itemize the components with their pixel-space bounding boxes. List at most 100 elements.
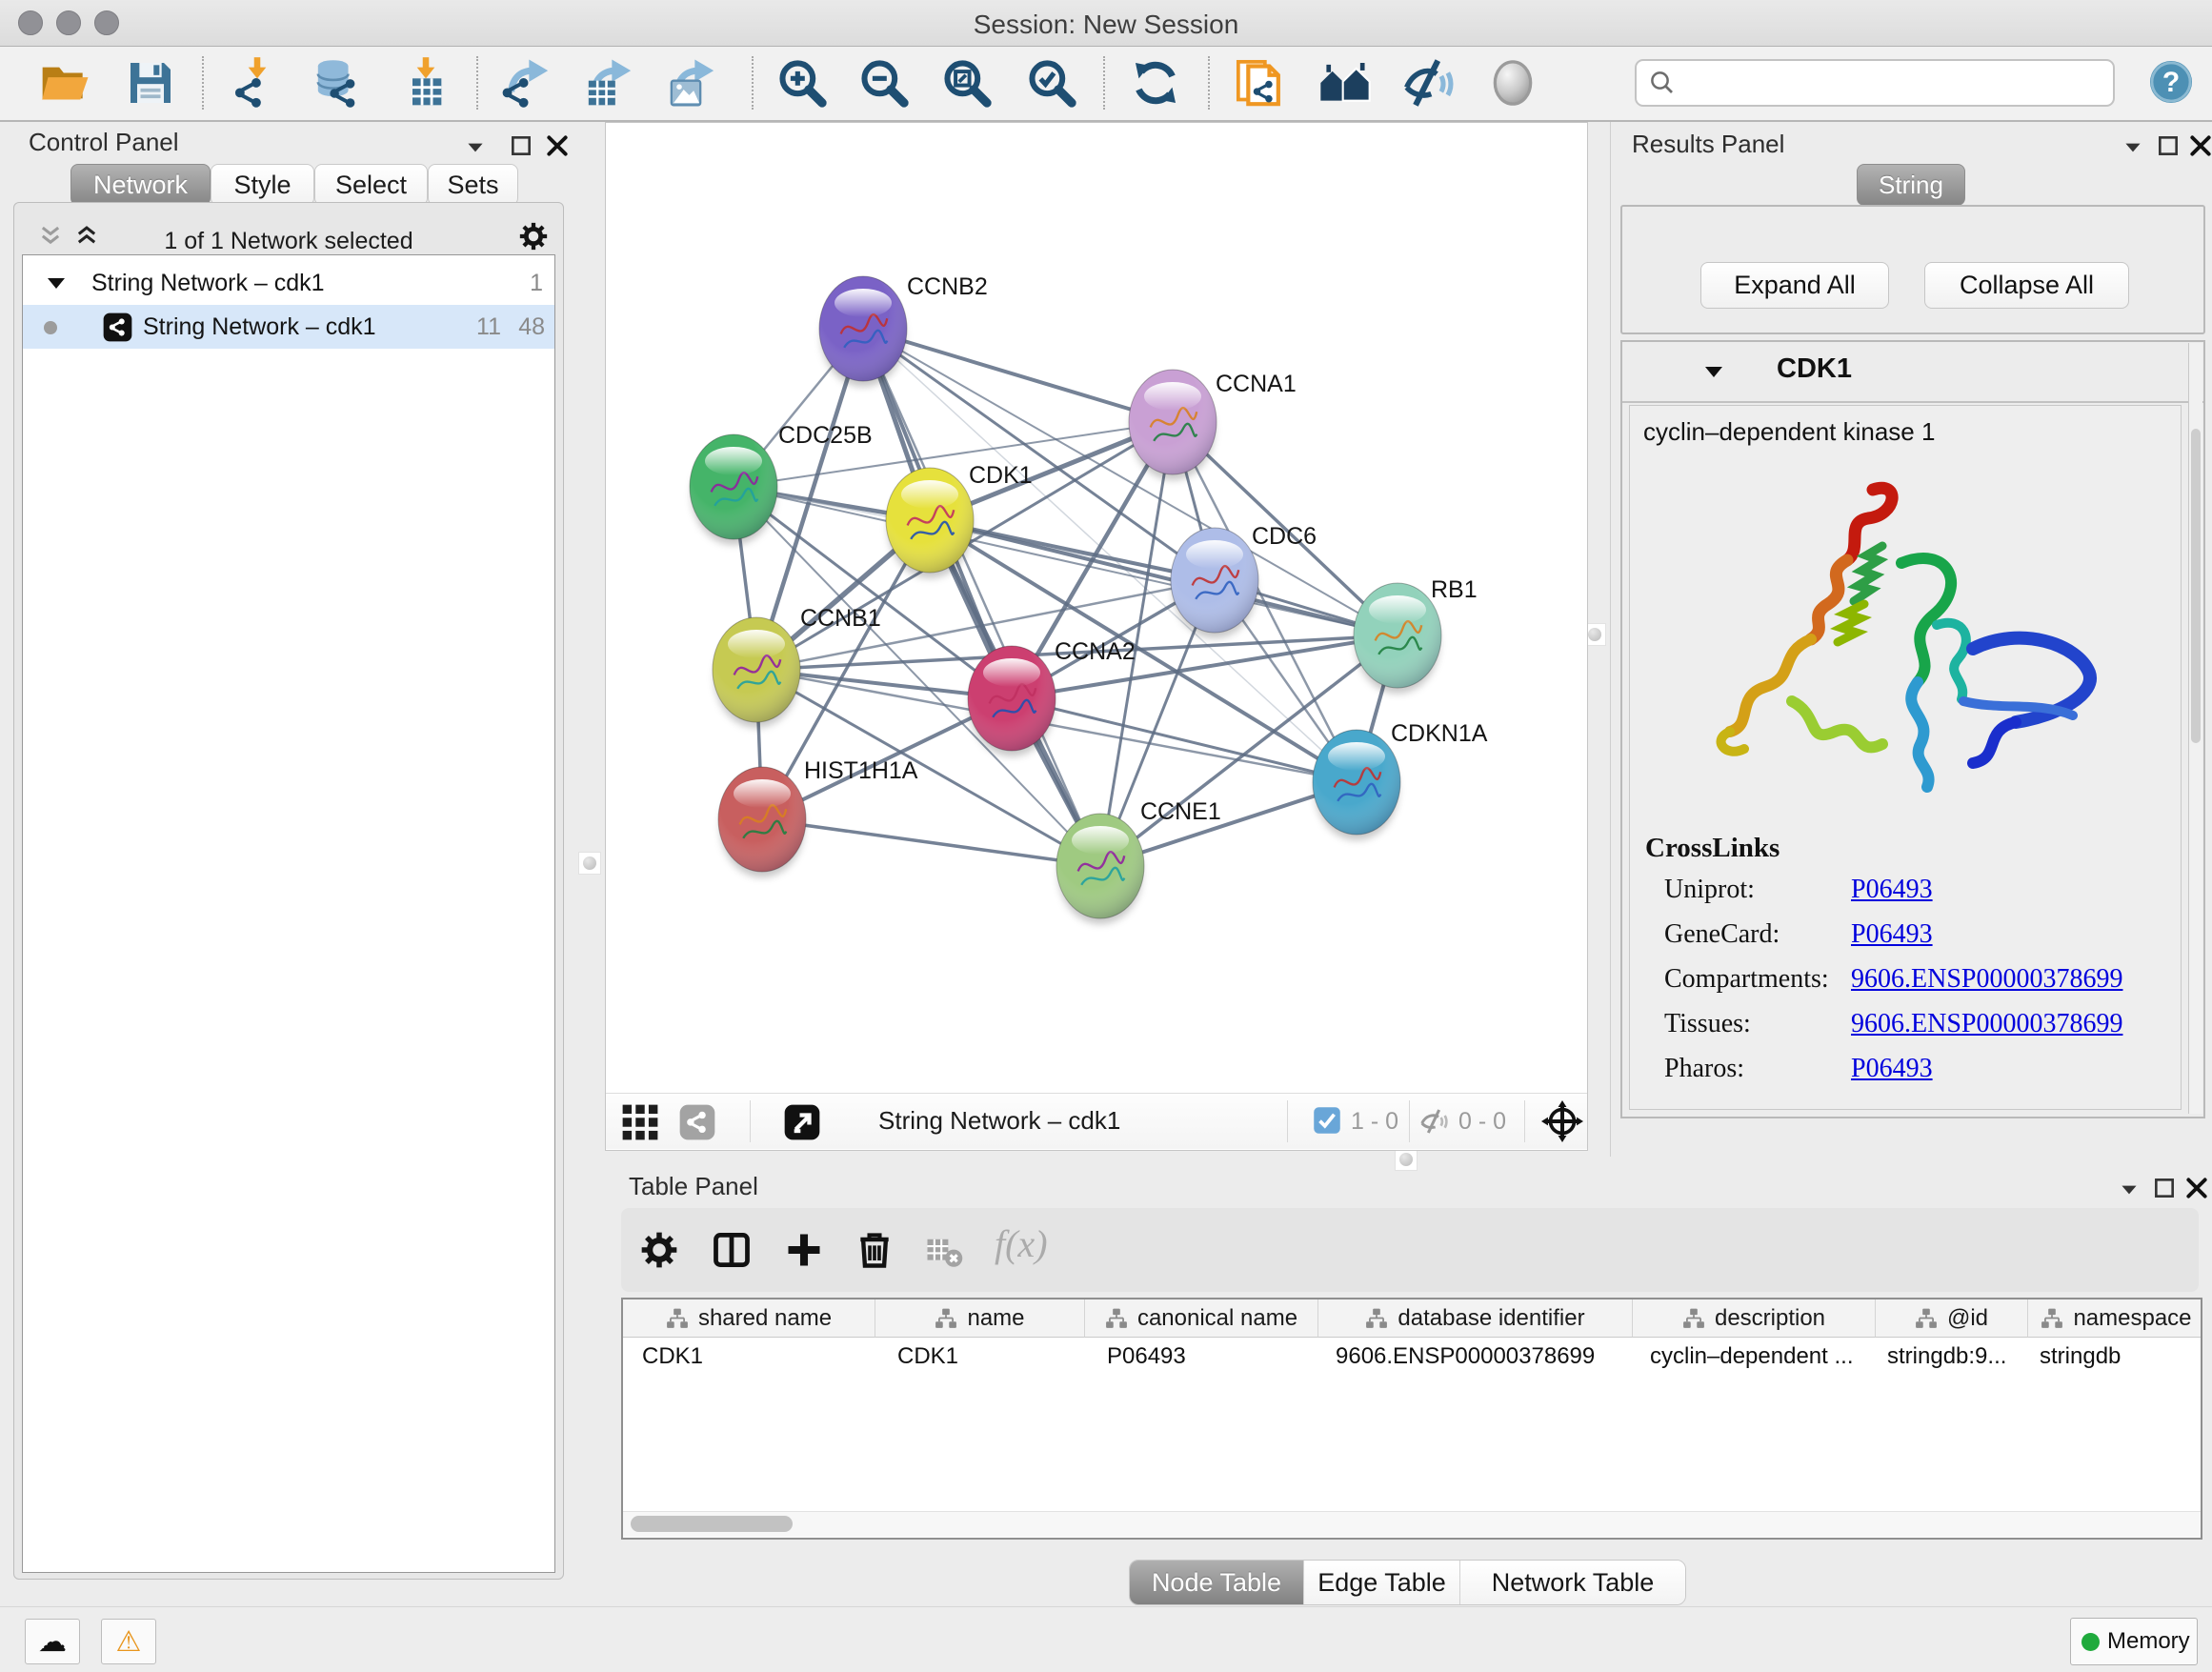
network-node-ccne1[interactable]: CCNE1 [1056, 798, 1221, 924]
cloud-status-button[interactable]: ☁ [25, 1619, 80, 1664]
add-column-plus-icon[interactable] [783, 1229, 825, 1271]
table-scrollbar-thumb[interactable] [631, 1516, 793, 1532]
network-node-ccna2[interactable]: CCNA2 [968, 638, 1136, 756]
table-panel-close-icon[interactable] [2184, 1176, 2209, 1200]
network-node-cdc25b[interactable]: CDC25B [690, 422, 873, 545]
network-node-rb1[interactable]: RB1 [1354, 576, 1478, 694]
expand-all-button[interactable]: Expand All [1700, 262, 1889, 309]
results-panel-menu-icon[interactable] [2121, 135, 2145, 160]
tab-edge-table[interactable]: Edge Table [1304, 1561, 1460, 1604]
network-node-ccnb2[interactable]: CCNB2 [819, 273, 988, 387]
bottom-splitter-handle[interactable] [1395, 1148, 1418, 1171]
crosslink-link[interactable]: P06493 [1851, 1054, 1933, 1084]
open-session-button[interactable] [38, 56, 91, 110]
left-splitter-handle[interactable] [578, 852, 601, 875]
eye-slash-icon [1402, 56, 1456, 110]
tab-select[interactable]: Select [314, 164, 428, 206]
network-badge-gray-icon[interactable] [678, 1103, 716, 1141]
warnings-button[interactable]: ⚠ [101, 1619, 156, 1664]
detach-view-icon[interactable] [783, 1103, 821, 1141]
houses-icon [1318, 56, 1372, 110]
export-network-button[interactable] [500, 56, 553, 110]
results-scrollbar[interactable] [2188, 343, 2202, 1114]
column-header-description[interactable]: description [1633, 1299, 1876, 1338]
tab-network-table[interactable]: Network Table [1460, 1561, 1685, 1604]
network-node-ccna1[interactable]: CCNA1 [1129, 370, 1297, 480]
show-glass-effect-button[interactable] [1486, 56, 1539, 110]
delete-column-trash-icon[interactable] [854, 1229, 895, 1271]
table-tabs: Node Table Edge Table Network Table [1129, 1560, 1686, 1605]
collection-label: String Network – cdk1 [91, 270, 325, 297]
network-canvas[interactable]: CCNB2 CCNA1 CDC25B CDK1 CDC6 RB1 CCNB1 CCNA2 CDK… [606, 123, 1587, 1093]
control-panel-float-icon[interactable] [509, 133, 533, 158]
network-node-hist1h1a[interactable]: HIST1H1A [718, 757, 918, 877]
toolbar-separator [202, 56, 204, 110]
column-header-id[interactable]: @id [1876, 1299, 2028, 1338]
save-session-button[interactable] [124, 56, 177, 110]
node-label: CDC6 [1252, 523, 1317, 550]
search-input[interactable] [1684, 69, 2113, 97]
search-field[interactable] [1635, 59, 2115, 107]
results-panel-float-icon[interactable] [2156, 133, 2181, 158]
zoom-selected-button[interactable] [1025, 56, 1078, 110]
zoom-fit-button[interactable] [940, 56, 994, 110]
birdseye-navigator-icon[interactable] [1541, 1100, 1583, 1142]
collapse-all-button[interactable]: Collapse All [1924, 262, 2129, 309]
import-table-file-button[interactable] [399, 56, 452, 110]
table-settings-gear-icon[interactable] [638, 1229, 680, 1271]
grid-view-icon[interactable] [620, 1102, 660, 1142]
import-network-database-button[interactable] [309, 56, 362, 110]
gene-header-row[interactable]: CDK1 [1622, 342, 2203, 403]
share-document-button[interactable] [1233, 56, 1286, 110]
hidden-counts: 0 - 0 [1458, 1108, 1506, 1136]
zoom-in-button[interactable] [775, 56, 829, 110]
results-panel-close-icon[interactable] [2188, 133, 2212, 158]
crosslink-link[interactable]: 9606.ENSP00000378699 [1851, 1009, 2122, 1039]
network-node-cdc6[interactable]: CDC6 [1171, 523, 1317, 638]
memory-button[interactable]: Memory [2070, 1618, 2198, 1665]
collection-expand-icon[interactable] [48, 276, 65, 290]
export-table-button[interactable] [583, 56, 636, 110]
control-panel-close-icon[interactable] [545, 133, 570, 158]
table-horizontal-scrollbar[interactable] [623, 1511, 2201, 1537]
column-header-shared-name[interactable]: shared name [623, 1299, 875, 1338]
node-label: RB1 [1431, 576, 1478, 603]
crosslink-link[interactable]: 9606.ENSP00000378699 [1851, 964, 2122, 995]
tab-node-table[interactable]: Node Table [1130, 1561, 1304, 1604]
column-header-database-identifier[interactable]: database identifier [1318, 1299, 1633, 1338]
hide-glass-effect-button[interactable] [1402, 56, 1456, 110]
import-network-file-button[interactable] [231, 56, 284, 110]
show-columns-icon[interactable] [711, 1229, 753, 1271]
zoom-out-button[interactable] [857, 56, 911, 110]
column-header-name[interactable]: name [875, 1299, 1085, 1338]
network-collection-row[interactable]: String Network – cdk1 1 [23, 261, 554, 305]
crosslink-link[interactable]: P06493 [1851, 875, 1933, 905]
gene-collapse-icon[interactable] [1704, 365, 1723, 378]
node-label: CDKN1A [1391, 720, 1488, 747]
control-panel-menu-icon[interactable] [463, 135, 488, 160]
table-panel-float-icon[interactable] [2152, 1176, 2177, 1200]
string-home-button[interactable] [1318, 56, 1372, 110]
crosslink-label: Uniprot: [1664, 875, 1755, 905]
tab-sets[interactable]: Sets [428, 164, 518, 206]
network-node-cdkn1a[interactable]: CDKN1A [1313, 720, 1488, 840]
refresh-button[interactable] [1129, 56, 1182, 110]
node-label: CDK1 [969, 462, 1033, 489]
help-button[interactable]: ? [2148, 59, 2194, 105]
column-header-canonical-name[interactable]: canonical name [1085, 1299, 1318, 1338]
crosslink-link[interactable]: P06493 [1851, 919, 1933, 950]
column-type-icon [1365, 1307, 1388, 1330]
export-image-button[interactable] [666, 56, 719, 110]
tab-string[interactable]: String [1857, 164, 1965, 206]
selected-nodes-checkbox-icon[interactable] [1313, 1106, 1341, 1135]
tab-network[interactable]: Network [70, 164, 211, 206]
table-panel-menu-icon[interactable] [2117, 1178, 2142, 1202]
network-node-ccnb1[interactable]: CCNB1 [713, 605, 881, 728]
network-row[interactable]: String Network – cdk1 11 48 [23, 305, 554, 349]
cell-name: CDK1 [875, 1338, 1085, 1376]
tab-style[interactable]: Style [211, 164, 314, 206]
network-options-gear-icon[interactable] [517, 220, 550, 252]
results-entry-box: CDK1 cyclin–dependent kinase 1 [1620, 340, 2205, 1118]
results-scrollbar-thumb[interactable] [2191, 429, 2201, 743]
column-header-namespace[interactable]: namespace [2028, 1299, 2202, 1338]
